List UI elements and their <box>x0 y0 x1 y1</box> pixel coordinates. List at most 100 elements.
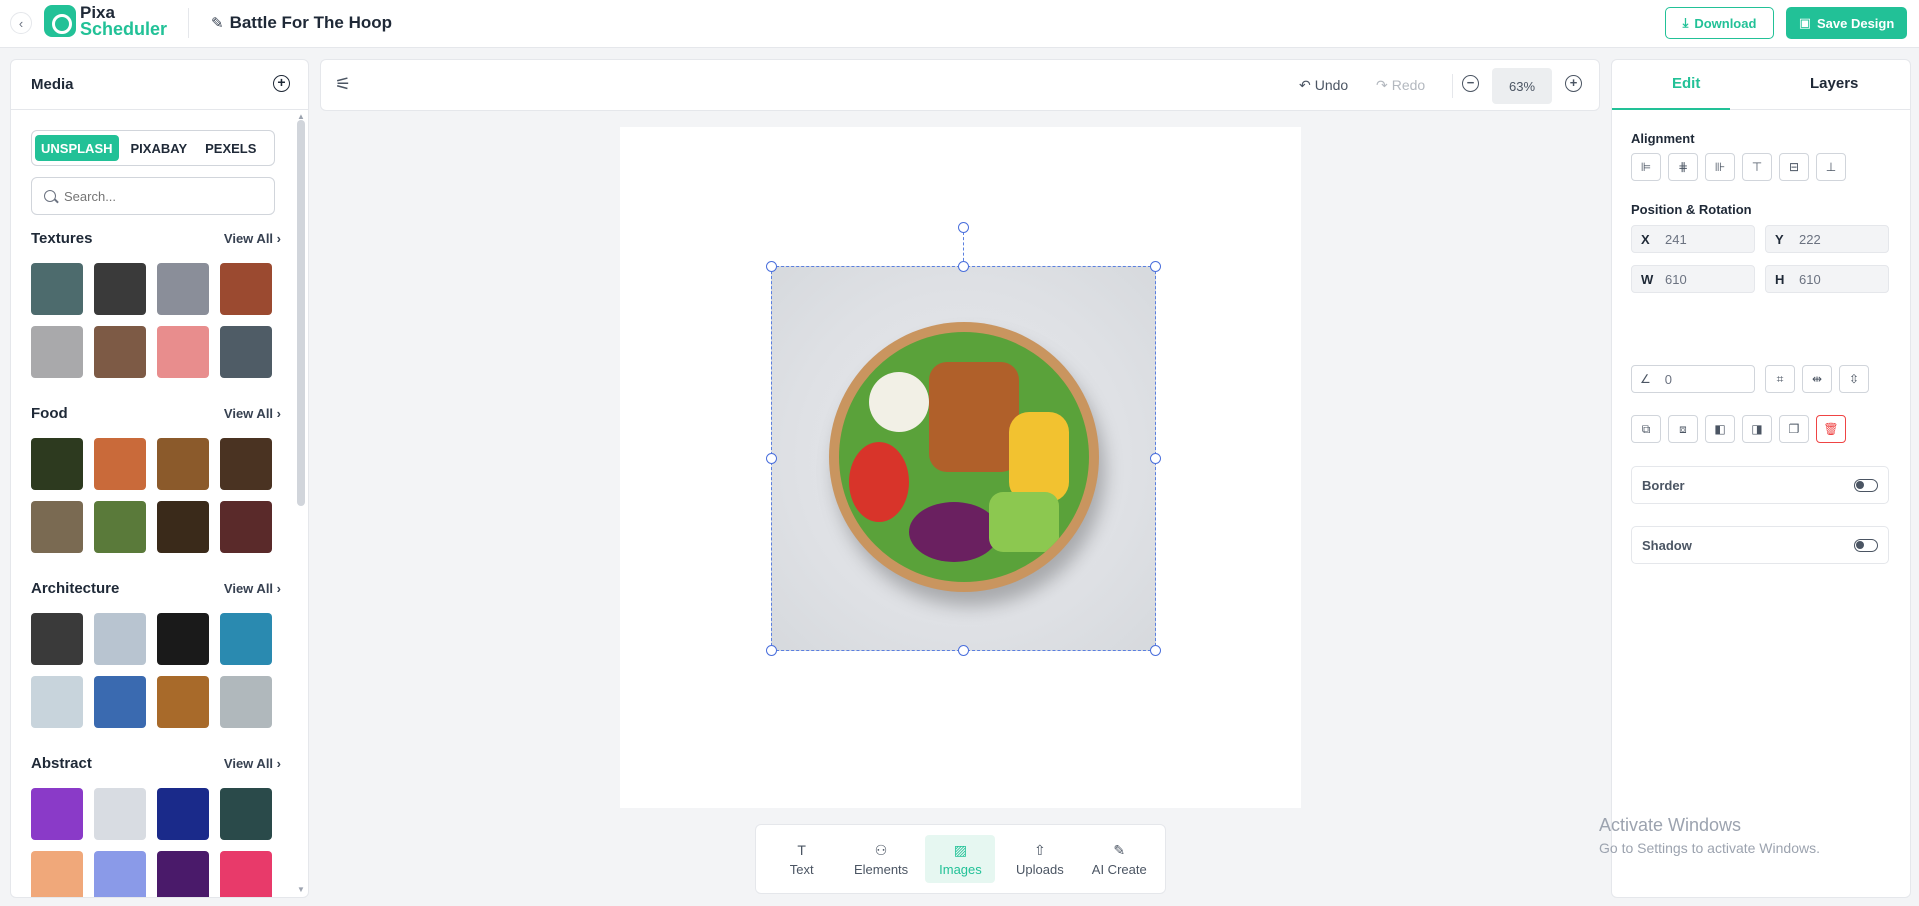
x-field[interactable]: X 241 <box>1631 225 1755 253</box>
media-thumbnail[interactable] <box>94 851 146 897</box>
media-thumbnail[interactable] <box>31 788 83 840</box>
dock-uploads[interactable]: ⇧ Uploads <box>1005 835 1075 883</box>
elements-icon: ⚇ <box>874 841 888 858</box>
bring-to-front-icon[interactable]: ◧ <box>1705 415 1735 443</box>
send-to-back-icon[interactable]: ◨ <box>1742 415 1772 443</box>
flip-horizontal-icon[interactable]: ⇹ <box>1802 365 1832 393</box>
media-thumbnail[interactable] <box>220 438 272 490</box>
tab-edit[interactable]: Edit <box>1672 75 1700 92</box>
x-label: X <box>1641 231 1650 247</box>
calendar-logo-icon <box>44 5 76 37</box>
view-all-link[interactable]: View All › <box>224 756 281 771</box>
media-thumbnail[interactable] <box>94 326 146 378</box>
media-thumbnail[interactable] <box>31 613 83 665</box>
media-thumbnail[interactable] <box>157 851 209 897</box>
dock-ai-create[interactable]: ✎ AI Create <box>1084 835 1154 883</box>
media-thumbnail[interactable] <box>31 263 83 315</box>
align-right-icon[interactable]: ⊪ <box>1705 153 1735 181</box>
shadow-toggle[interactable] <box>1854 538 1878 552</box>
rotate-handle[interactable] <box>958 222 969 233</box>
media-thumbnail[interactable] <box>94 438 146 490</box>
send-backward-icon[interactable]: ⧈ <box>1668 415 1698 443</box>
save-design-button[interactable]: ▣ Save Design <box>1786 7 1907 39</box>
zoom-out-icon[interactable]: − <box>1462 75 1479 92</box>
media-thumbnail[interactable] <box>94 788 146 840</box>
y-value: 222 <box>1799 231 1821 247</box>
media-thumbnail[interactable] <box>157 613 209 665</box>
add-media-icon[interactable]: + <box>273 75 290 92</box>
media-thumbnail[interactable] <box>220 326 272 378</box>
duplicate-icon[interactable]: ❐ <box>1779 415 1809 443</box>
crop-icon[interactable]: ⌗ <box>1765 365 1795 393</box>
delete-icon[interactable]: 🗑 <box>1816 415 1846 443</box>
tab-layers[interactable]: Layers <box>1810 75 1858 92</box>
resize-handle-bottom-left[interactable] <box>766 645 777 656</box>
resize-handle-bottom[interactable] <box>958 645 969 656</box>
view-all-link[interactable]: View All › <box>224 231 281 246</box>
media-search-input[interactable] <box>64 188 244 204</box>
border-toggle[interactable] <box>1854 478 1878 492</box>
view-all-link[interactable]: View All › <box>224 581 281 596</box>
media-thumbnail[interactable] <box>220 851 272 897</box>
media-thumbnail[interactable] <box>31 851 83 897</box>
adjustments-icon[interactable]: ⚟ <box>335 74 351 95</box>
download-button[interactable]: ⤓ Download <box>1665 7 1774 39</box>
zoom-in-icon[interactable]: + <box>1565 75 1582 92</box>
media-thumbnail[interactable] <box>157 438 209 490</box>
app-logo: Pixa Scheduler <box>44 4 167 38</box>
document-title[interactable]: ✎ Battle For The Hoop <box>211 13 392 33</box>
tab-unsplash[interactable]: UNSPLASH <box>35 135 119 161</box>
media-thumbnail[interactable] <box>220 613 272 665</box>
media-thumbnail[interactable] <box>220 788 272 840</box>
resize-handle-top-right[interactable] <box>1150 261 1161 272</box>
layer-action-buttons: ⧉ ⧈ ◧ ◨ ❐ 🗑 <box>1631 415 1846 443</box>
media-scrollbar[interactable] <box>297 120 305 506</box>
media-thumbnail[interactable] <box>94 263 146 315</box>
bring-forward-icon[interactable]: ⧉ <box>1631 415 1661 443</box>
dock-images[interactable]: ▨ Images <box>925 835 996 883</box>
resize-handle-left[interactable] <box>766 453 777 464</box>
media-thumbnail[interactable] <box>157 326 209 378</box>
view-all-link[interactable]: View All › <box>224 406 281 421</box>
category-food: Food View All › <box>31 403 281 553</box>
y-field[interactable]: Y 222 <box>1765 225 1889 253</box>
redo-label: Redo <box>1391 77 1426 93</box>
back-arrow-icon[interactable]: ‹ <box>10 12 32 34</box>
media-thumbnail[interactable] <box>157 263 209 315</box>
align-center-horizontal-icon[interactable]: ⋕ <box>1668 153 1698 181</box>
redo-button[interactable]: ↷ Redo <box>1376 77 1425 94</box>
undo-button[interactable]: ↶ Undo <box>1299 77 1348 94</box>
media-thumbnail[interactable] <box>220 263 272 315</box>
dock-elements[interactable]: ⚇ Elements <box>846 835 916 883</box>
media-thumbnail[interactable] <box>94 676 146 728</box>
media-thumbnail[interactable] <box>31 501 83 553</box>
media-thumbnail[interactable] <box>157 788 209 840</box>
media-thumbnail[interactable] <box>31 676 83 728</box>
align-middle-vertical-icon[interactable]: ⊟ <box>1779 153 1809 181</box>
watermark-title: Activate Windows <box>1599 815 1742 835</box>
media-thumbnail[interactable] <box>157 501 209 553</box>
media-thumbnail[interactable] <box>31 438 83 490</box>
media-thumbnail[interactable] <box>220 501 272 553</box>
height-field[interactable]: H 610 <box>1765 265 1889 293</box>
resize-handle-top-left[interactable] <box>766 261 777 272</box>
tab-pixabay[interactable]: PIXABAY <box>125 135 194 161</box>
align-bottom-icon[interactable]: ⊥ <box>1816 153 1846 181</box>
media-thumbnail[interactable] <box>31 326 83 378</box>
resize-handle-bottom-right[interactable] <box>1150 645 1161 656</box>
media-thumbnail[interactable] <box>157 676 209 728</box>
rotation-field[interactable]: ∠ 0 <box>1631 365 1755 393</box>
width-field[interactable]: W 610 <box>1631 265 1755 293</box>
media-thumbnail[interactable] <box>94 501 146 553</box>
media-thumbnail[interactable] <box>94 613 146 665</box>
align-top-icon[interactable]: ⊤ <box>1742 153 1772 181</box>
align-left-icon[interactable]: ⊫ <box>1631 153 1661 181</box>
media-thumbnail[interactable] <box>220 676 272 728</box>
zoom-level[interactable]: 63% <box>1492 68 1552 104</box>
resize-handle-top[interactable] <box>958 261 969 272</box>
scroll-down-arrow-icon[interactable]: ▼ <box>297 885 305 894</box>
dock-text[interactable]: T Text <box>767 835 837 883</box>
flip-vertical-icon[interactable]: ⇳ <box>1839 365 1869 393</box>
resize-handle-right[interactable] <box>1150 453 1161 464</box>
tab-pexels[interactable]: PEXELS <box>199 135 262 161</box>
